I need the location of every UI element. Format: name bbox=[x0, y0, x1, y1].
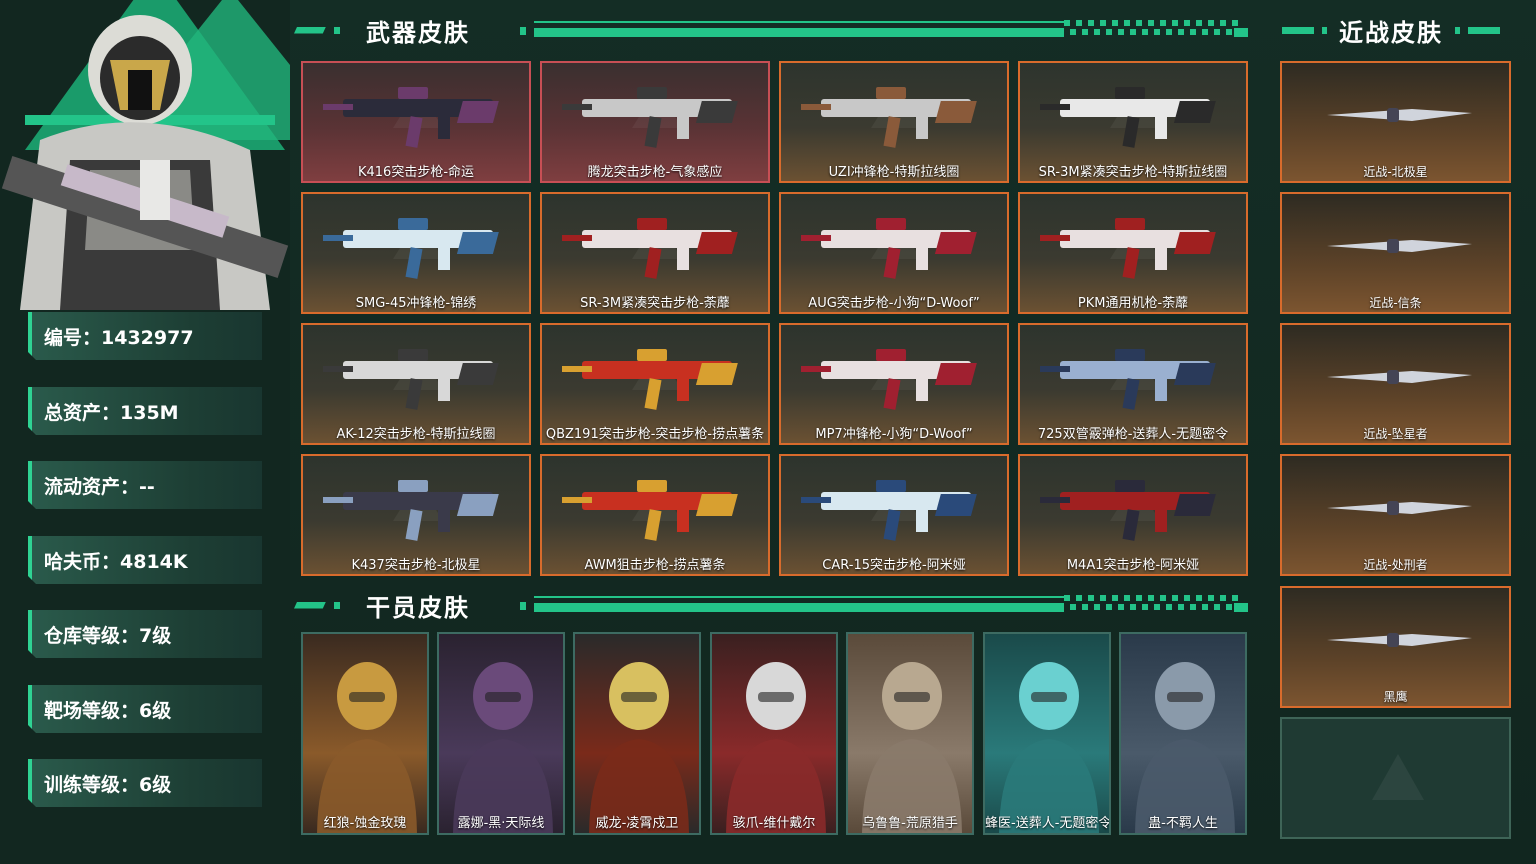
melee-card[interactable]: 近战-信条 bbox=[1280, 192, 1511, 314]
stat-training-level: 训练等级：6级 bbox=[28, 759, 262, 807]
weapon-name: M4A1突击步枪-阿米娅 bbox=[1066, 558, 1200, 573]
weapon-card[interactable]: AUG突击步枪-小狗“D-Woof” bbox=[779, 192, 1009, 314]
operator-card[interactable]: 红狼-蚀金玫瑰 bbox=[301, 632, 429, 835]
weapon-card[interactable]: SMG-45冲锋枪-锦绣 bbox=[301, 192, 531, 314]
weapon-card[interactable]: 725双管霰弹枪-送葬人-无题密令 bbox=[1018, 323, 1248, 445]
operator-name: 骇爪-维什戴尔 bbox=[732, 816, 816, 831]
weapon-name: SMG-45冲锋枪-锦绣 bbox=[355, 296, 477, 311]
stat-total-assets: 总资产：135M bbox=[28, 387, 262, 435]
operator-card[interactable]: 蛊-不羁人生 bbox=[1119, 632, 1247, 835]
melee-name: 近战-信条 bbox=[1369, 296, 1422, 310]
operator-portrait bbox=[726, 662, 826, 833]
stat-currency: 哈夫币：4814K bbox=[28, 536, 262, 584]
melee-card[interactable]: 近战-处刑者 bbox=[1280, 454, 1511, 576]
operator-card[interactable]: 威龙-凌霄戍卫 bbox=[573, 632, 701, 835]
weapon-card[interactable]: K416突击步枪-命运 bbox=[301, 61, 531, 183]
stat-id: 编号：1432977 bbox=[28, 312, 262, 360]
melee-card[interactable]: 黑鹰 bbox=[1280, 586, 1511, 708]
weapon-name: MP7冲锋枪-小狗“D-Woof” bbox=[815, 427, 973, 442]
weapon-name: K416突击步枪-命运 bbox=[357, 165, 475, 180]
weapon-card[interactable]: AK-12突击步枪-特斯拉线圈 bbox=[301, 323, 531, 445]
melee-name: 近战-坠星者 bbox=[1363, 427, 1428, 441]
operator-portrait bbox=[999, 662, 1099, 833]
operator-name: 乌鲁鲁-荒原猎手 bbox=[862, 816, 958, 831]
weapon-name: K437突击步枪-北极星 bbox=[351, 558, 481, 573]
player-panel: 编号：1432977 总资产：135M 流动资产：-- 哈夫币：4814K 仓库… bbox=[0, 0, 290, 864]
weapon-card[interactable]: CAR-15突击步枪-阿米娅 bbox=[779, 454, 1009, 576]
weapon-name: AUG突击步枪-小狗“D-Woof” bbox=[808, 296, 980, 311]
weapon-name: 725双管霰弹枪-送葬人-无题密令 bbox=[1037, 427, 1229, 442]
weapon-card[interactable]: M4A1突击步枪-阿米娅 bbox=[1018, 454, 1248, 576]
weapon-card[interactable]: PKM通用机枪-荼蘼 bbox=[1018, 192, 1248, 314]
weapon-name: CAR-15突击步枪-阿米娅 bbox=[822, 558, 966, 573]
operator-card[interactable]: 骇爪-维什戴尔 bbox=[710, 632, 838, 835]
operator-portrait bbox=[317, 662, 417, 833]
weapon-card[interactable]: UZI冲锋枪-特斯拉线圈 bbox=[779, 61, 1009, 183]
operator-name: 露娜-黑·天际线 bbox=[457, 816, 545, 831]
weapon-name: AK-12突击步枪-特斯拉线圈 bbox=[336, 427, 496, 442]
weapon-card[interactable]: 腾龙突击步枪-气象感应 bbox=[540, 61, 770, 183]
operator-card[interactable]: 蜂医-送葬人-无题密令 bbox=[983, 632, 1111, 835]
operator-name: 蜂医-送葬人-无题密令 bbox=[985, 816, 1111, 831]
weapon-card[interactable]: MP7冲锋枪-小狗“D-Woof” bbox=[779, 323, 1009, 445]
operators-section-header: 干员皮肤 bbox=[294, 592, 1248, 622]
operator-name: 威龙-凌霄戍卫 bbox=[595, 816, 679, 831]
checker-decoration bbox=[1064, 595, 1244, 613]
melee-card[interactable]: 近战-坠星者 bbox=[1280, 323, 1511, 445]
weapons-section-title: 武器皮肤 bbox=[366, 18, 470, 47]
weapon-name: SR-3M紧凑突击步枪-荼蘼 bbox=[580, 296, 730, 311]
operator-name: 蛊-不羁人生 bbox=[1148, 816, 1218, 831]
melee-name: 近战-处刑者 bbox=[1363, 558, 1428, 572]
weapon-card[interactable]: AWM狙击步枪-捞点薯条 bbox=[540, 454, 770, 576]
melee-name: 黑鹰 bbox=[1383, 690, 1408, 704]
melee-empty-slot[interactable] bbox=[1280, 717, 1511, 839]
weapon-card[interactable]: SR-3M紧凑突击步枪-荼蘼 bbox=[540, 192, 770, 314]
weapon-name: 腾龙突击步枪-气象感应 bbox=[587, 165, 723, 180]
checker-decoration bbox=[1064, 20, 1244, 38]
operator-card[interactable]: 乌鲁鲁-荒原猎手 bbox=[846, 632, 974, 835]
weapon-card[interactable]: K437突击步枪-北极星 bbox=[301, 454, 531, 576]
stat-warehouse-level: 仓库等级：7级 bbox=[28, 610, 262, 658]
weapons-section-header: 武器皮肤 bbox=[294, 17, 1248, 47]
melee-name: 近战-北极星 bbox=[1363, 165, 1428, 179]
operators-section-title: 干员皮肤 bbox=[366, 593, 470, 622]
operator-name: 红狼-蚀金玫瑰 bbox=[323, 816, 407, 831]
operator-portrait bbox=[453, 662, 553, 833]
melee-section-header: 近战皮肤 bbox=[1282, 17, 1512, 47]
weapon-card[interactable]: QBZ191突击步枪-突击步枪-捞点薯条 bbox=[540, 323, 770, 445]
melee-section-title: 近战皮肤 bbox=[1339, 18, 1443, 47]
weapon-card[interactable]: SR-3M紧凑突击步枪-特斯拉线圈 bbox=[1018, 61, 1248, 183]
weapon-name: PKM通用机枪-荼蘼 bbox=[1077, 296, 1189, 311]
weapon-name: AWM狙击步枪-捞点薯条 bbox=[584, 558, 726, 573]
stat-liquid-assets: 流动资产：-- bbox=[28, 461, 262, 509]
weapon-name: SR-3M紧凑突击步枪-特斯拉线圈 bbox=[1038, 165, 1228, 180]
stat-range-level: 靶场等级：6级 bbox=[28, 685, 262, 733]
weapon-name: QBZ191突击步枪-突击步枪-捞点薯条 bbox=[545, 427, 765, 442]
operator-portrait bbox=[862, 662, 962, 833]
player-avatar bbox=[0, 0, 290, 310]
weapon-name: UZI冲锋枪-特斯拉线圈 bbox=[828, 165, 960, 180]
operator-card[interactable]: 露娜-黑·天际线 bbox=[437, 632, 565, 835]
operator-portrait bbox=[1135, 662, 1235, 833]
melee-card[interactable]: 近战-北极星 bbox=[1280, 61, 1511, 183]
app-root: 编号：1432977 总资产：135M 流动资产：-- 哈夫币：4814K 仓库… bbox=[0, 0, 1536, 864]
operator-portrait bbox=[589, 662, 689, 833]
